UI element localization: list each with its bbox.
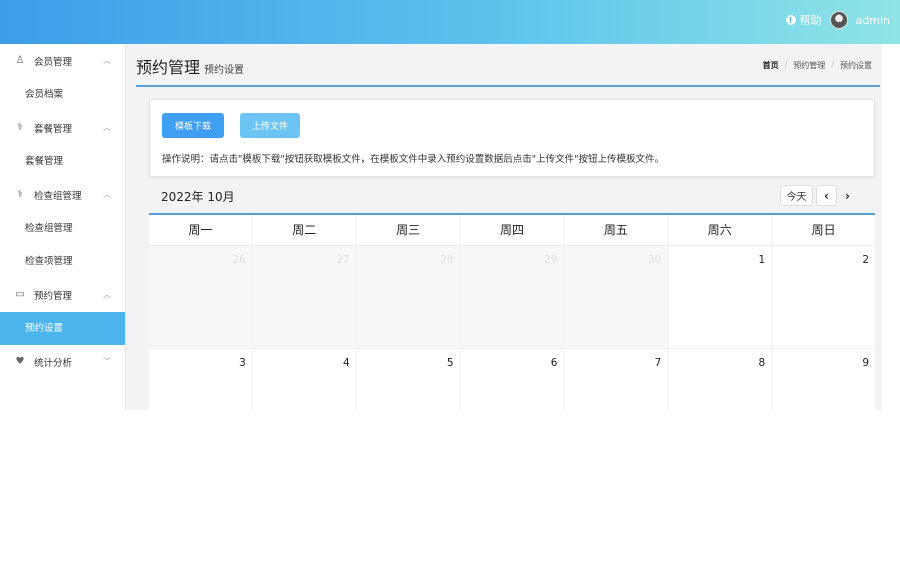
weekday-label: 周一 — [149, 215, 253, 245]
day-number: 8 — [758, 357, 766, 369]
stethoscope-icon: ⚕ — [17, 122, 23, 133]
upload-file-button[interactable]: 上传文件 — [240, 113, 300, 138]
page-title-main: 预约管理 — [136, 58, 201, 77]
title-divider — [136, 85, 880, 87]
sidebar-group-reservation[interactable]: ▭ 预约管理 ︿ — [0, 278, 125, 312]
breadcrumb-item: 预约设置 — [840, 61, 872, 70]
sidebar-group-label: 会员管理 — [34, 57, 73, 68]
sidebar-group-member[interactable]: ♙ 会员管理 ︿ — [0, 44, 125, 78]
weekday-label: 周二 — [253, 215, 357, 245]
calendar-day-cell[interactable]: 27 — [252, 246, 357, 348]
weekday-header: 周一 周二 周三 周四 周五 周六 周日 — [149, 215, 875, 246]
sidebar-group-label: 预约管理 — [34, 291, 73, 302]
breadcrumb-home[interactable]: 首页 — [763, 60, 779, 71]
prev-month-button[interactable]: ‹ — [816, 185, 837, 206]
help-icon: ! — [785, 15, 796, 25]
avatar[interactable] — [829, 11, 848, 29]
sidebar-item-reservation-settings[interactable]: 预约设置 — [0, 312, 125, 345]
chevron-up-icon: ︿ — [103, 123, 111, 132]
page-title-sub: 预约设置 — [204, 65, 245, 76]
calendar-month-label: 2022年 10月 — [161, 190, 235, 204]
sidebar-item-package[interactable]: 套餐管理 — [0, 145, 125, 178]
calendar-day-cell[interactable]: 2 — [772, 246, 875, 348]
today-button[interactable]: 今天 — [780, 185, 813, 206]
chevron-up-icon: ︿ — [103, 290, 111, 299]
breadcrumb: 首页 / 预约管理 / 预约设置 — [763, 60, 872, 71]
sidebar-group-label: 套餐管理 — [34, 124, 73, 135]
sidebar-group-package[interactable]: ⚕ 套餐管理 ︿ — [0, 111, 125, 145]
calendar-day-cell[interactable]: 26 — [149, 246, 253, 348]
page-title: 预约管理 预约设置 — [136, 54, 244, 78]
sidebar-item-checkgroup[interactable]: 检查组管理 — [0, 212, 125, 245]
day-number: 2 — [862, 254, 870, 266]
calendar-day-cell[interactable]: 3 — [149, 349, 253, 410]
weekday-label: 周六 — [668, 215, 773, 245]
calendar-day-cell[interactable]: 1 — [668, 246, 773, 348]
calendar-header: 2022年 10月 今天 ‹ › — [149, 181, 875, 213]
weekday-label: 周四 — [461, 215, 565, 245]
day-number: 5 — [446, 357, 454, 369]
operation-note: 操作说明：请点击"模板下载"按钮获取模板文件，在模板文件中录入预约设置数据后点击… — [162, 154, 664, 165]
calendar-day-cell[interactable]: 4 — [253, 349, 357, 410]
sidebar-group-checkgroup[interactable]: ⚕ 检查组管理 ︿ — [0, 178, 125, 212]
calendar-day-cell[interactable]: 30 — [564, 246, 669, 348]
calendar-day-cell[interactable]: 28 — [356, 246, 461, 348]
day-number: 9 — [862, 357, 870, 369]
stethoscope-icon: ⚕ — [17, 189, 23, 200]
sidebar-group-label: 检查组管理 — [34, 191, 82, 202]
calendar-week: 3 4 5 6 7 8 9 — [149, 349, 875, 410]
day-number: 29 — [544, 254, 558, 266]
weekday-label: 周三 — [357, 215, 461, 245]
chevron-down-icon: ﹀ — [103, 357, 111, 366]
calendar-week: 26 27 28 29 30 1 2 — [149, 246, 875, 349]
breadcrumb-item: 预约管理 — [793, 61, 826, 70]
day-number: 1 — [758, 254, 766, 266]
weekday-label: 周五 — [564, 215, 669, 245]
day-number: 4 — [343, 357, 350, 369]
sidebar-group-label: 统计分析 — [34, 358, 73, 369]
calendar-day-cell[interactable]: 8 — [668, 349, 773, 410]
sidebar-group-statistics[interactable]: ♥ 统计分析 ﹀ — [0, 345, 125, 379]
sidebar-item-member-archive[interactable]: 会员档案 — [0, 78, 125, 111]
day-number: 26 — [232, 254, 246, 266]
sidebar-item-checkitem[interactable]: 检查项管理 — [0, 245, 125, 278]
chevron-up-icon: ︿ — [103, 190, 111, 199]
day-number: 6 — [550, 357, 558, 369]
member-icon: ♙ — [15, 55, 25, 66]
help-link[interactable]: ! 帮助 — [785, 12, 822, 28]
calendar-day-cell[interactable]: 5 — [357, 349, 461, 410]
top-header: ! 帮助 admin — [0, 0, 900, 44]
upload-panel: 模板下载 上传文件 操作说明：请点击"模板下载"按钮获取模板文件，在模板文件中录… — [149, 99, 875, 177]
calendar-day-cell[interactable]: 9 — [772, 349, 875, 410]
breadcrumb-separator: / — [831, 60, 834, 69]
reservation-icon: ▭ — [15, 289, 25, 300]
template-download-button[interactable]: 模板下载 — [162, 113, 224, 138]
day-number: 3 — [239, 357, 246, 369]
weekday-label: 周日 — [811, 223, 836, 237]
day-number: 28 — [440, 254, 454, 266]
day-number: 7 — [654, 357, 662, 369]
calendar-grid: 周一 周二 周三 周四 周五 周六 周日 26 27 28 29 30 1 2 … — [149, 213, 875, 410]
user-area: ! 帮助 admin — [785, 11, 890, 29]
day-number: 27 — [336, 254, 350, 266]
heart-pulse-icon: ♥ — [15, 356, 25, 367]
day-number: 30 — [647, 254, 662, 266]
help-label: 帮助 — [799, 14, 822, 27]
sidebar: ♙ 会员管理 ︿ 会员档案 ⚕ 套餐管理 ︿ 套餐管理 ⚕ 检查组管理 ︿ 检查… — [0, 44, 126, 410]
calendar-day-cell[interactable]: 7 — [564, 349, 669, 410]
breadcrumb-separator: / — [784, 60, 788, 69]
calendar-day-cell[interactable]: 6 — [461, 349, 565, 410]
username[interactable]: admin — [856, 14, 890, 27]
chevron-up-icon: ︿ — [103, 56, 111, 65]
next-month-button[interactable]: › — [837, 185, 858, 206]
calendar-day-cell[interactable]: 29 — [460, 246, 565, 348]
